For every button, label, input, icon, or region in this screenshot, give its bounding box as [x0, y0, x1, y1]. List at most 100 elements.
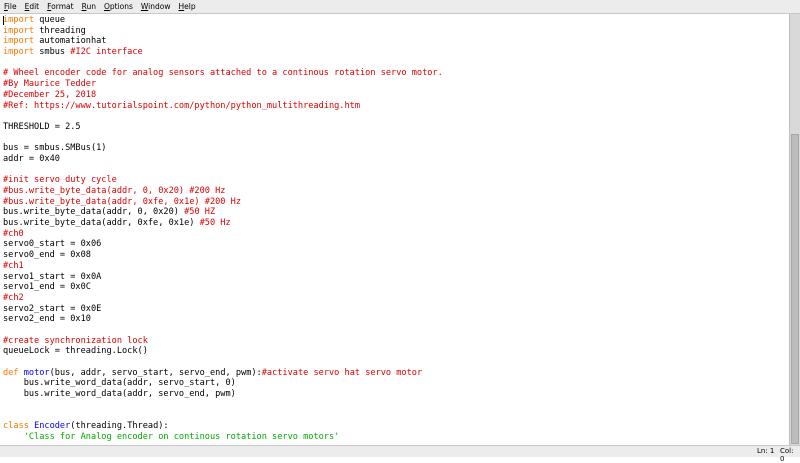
vertical-scrollbar[interactable]	[789, 14, 800, 445]
code-token: queue	[34, 15, 66, 25]
code-token: servo0_start = 0x06	[3, 239, 102, 250]
code-line[interactable]: bus.write_byte_data(addr, 0xfe, 0x1e) #5…	[3, 218, 443, 229]
code-line[interactable]: #December 25, 2018	[3, 90, 443, 101]
code-token: class	[3, 421, 29, 432]
line-indicator: Ln: 1	[757, 447, 775, 455]
menu-window[interactable]: Window	[137, 0, 175, 13]
code-line[interactable]: addr = 0x40	[3, 154, 443, 165]
code-token: import	[3, 47, 35, 58]
code-token: #December 25, 2018	[3, 89, 97, 100]
code-line[interactable]: servo0_start = 0x06	[3, 239, 443, 250]
status-bar: Ln: 1 Col: 0	[0, 445, 800, 463]
menu-help[interactable]: Help	[175, 0, 200, 13]
code-line[interactable]: #init servo duty cycle	[3, 175, 443, 186]
code-line[interactable]: bus.write_word_data(addr, servo_end, pwm…	[3, 389, 443, 400]
code-editor[interactable]: import queue import threading import autom…	[0, 14, 789, 445]
code-token: (threading.Thread):	[70, 421, 169, 432]
code-token: bus.write_byte_data(addr, 0xfe, 0x1e)	[3, 218, 200, 229]
code-token: #Ref: https://www.tutorialspoint.com/pyt…	[3, 100, 360, 111]
code-token: Encoder	[34, 421, 71, 432]
code-line[interactable]: servo1_end = 0x0C	[3, 282, 443, 293]
code-token: queueLock = threading.Lock()	[3, 346, 148, 357]
code-line[interactable]: queueLock = threading.Lock()	[3, 346, 443, 357]
code-token: motor	[23, 367, 50, 378]
code-token: bus.write_word_data(addr, servo_start, 0…	[3, 378, 236, 389]
code-line[interactable]: #ch0	[3, 229, 443, 240]
code-token: #ch0	[3, 228, 24, 239]
code-line[interactable]	[3, 357, 443, 368]
code-line[interactable]: import automationhat	[3, 36, 443, 47]
code-line[interactable]: def motor(bus, addr, servo_start, servo_…	[3, 368, 443, 379]
scrollbar-thumb[interactable]	[791, 134, 799, 444]
code-token: #activate servo hat servo motor	[261, 367, 423, 378]
menu-file[interactable]: File	[0, 0, 21, 13]
code-line[interactable]	[3, 410, 443, 421]
code-line[interactable]: 'Class for Analog encoder on continous r…	[3, 432, 443, 443]
code-line[interactable]	[3, 400, 443, 411]
code-token: (bus, addr, servo_start, servo_end, pwm)…	[49, 367, 262, 378]
menu-bar: File Edit Format Run Options Window Help	[0, 0, 800, 14]
code-token: #50 HZ	[184, 207, 216, 218]
menu-run[interactable]: Run	[78, 0, 100, 13]
code-token: bus = smbus.SMBus(1)	[3, 143, 107, 154]
code-token: bus.write_byte_data(addr, 0, 0x20)	[3, 207, 185, 218]
code-line[interactable]	[3, 325, 443, 336]
code-line[interactable]: servo2_end = 0x10	[3, 314, 443, 325]
menu-options[interactable]: Options	[100, 0, 137, 13]
code-token: import	[3, 15, 35, 25]
code-token: # Wheel encoder code for analog sensors …	[3, 68, 443, 79]
code-token: addr = 0x40	[3, 153, 60, 164]
code-token: import	[3, 25, 35, 36]
code-line[interactable]: #Ref: https://www.tutorialspoint.com/pyt…	[3, 101, 443, 112]
code-line[interactable]	[3, 133, 443, 144]
code-token: servo1_end = 0x0C	[3, 282, 91, 293]
code-line[interactable]: servo0_end = 0x08	[3, 250, 443, 261]
code-token: THRESHOLD = 2.5	[3, 121, 81, 132]
code-token: bus.write_word_data(addr, servo_end, pwm…	[3, 389, 236, 400]
code-line[interactable]: class Encoder(threading.Thread):	[3, 421, 443, 432]
code-token: #create synchronization lock	[3, 335, 148, 346]
code-token: servo2_end = 0x10	[3, 314, 91, 325]
code-token: #I2C interface	[70, 47, 143, 58]
code-line[interactable]: #bus.write_byte_data(addr, 0xfe, 0x1e) #…	[3, 197, 443, 208]
code-token: #By Maurice Tedder	[3, 79, 97, 90]
code-token: servo1_start = 0x0A	[3, 271, 102, 282]
code-line[interactable]	[3, 58, 443, 69]
code-line[interactable]: import queue	[3, 15, 443, 26]
code-token: smbus	[34, 47, 71, 58]
code-line[interactable]	[3, 165, 443, 176]
code-line[interactable]: bus.write_word_data(addr, servo_start, 0…	[3, 378, 443, 389]
menu-format[interactable]: Format	[43, 0, 77, 13]
code-line[interactable]: #ch1	[3, 261, 443, 272]
menu-edit[interactable]: Edit	[21, 0, 44, 13]
code-token: #ch2	[3, 292, 24, 303]
code-line[interactable]: bus.write_byte_data(addr, 0, 0x20) #50 H…	[3, 207, 443, 218]
code-token: #ch1	[3, 260, 24, 271]
code-line[interactable]: #bus.write_byte_data(addr, 0, 0x20) #200…	[3, 186, 443, 197]
code-line[interactable]: servo1_start = 0x0A	[3, 272, 443, 283]
code-content[interactable]: import queue import threading import autom…	[3, 15, 443, 445]
code-token: servo0_end = 0x08	[3, 250, 91, 261]
code-token: threading	[34, 25, 86, 36]
code-token: servo2_start = 0x0E	[3, 303, 102, 314]
code-line[interactable]: THRESHOLD = 2.5	[3, 122, 443, 133]
code-line[interactable]: #ch2	[3, 293, 443, 304]
code-line[interactable]	[3, 111, 443, 122]
code-token: #50 Hz	[199, 218, 231, 229]
code-line[interactable]: #create synchronization lock	[3, 336, 443, 347]
code-token: #bus.write_byte_data(addr, 0, 0x20) #200…	[3, 186, 226, 196]
code-line[interactable]: #By Maurice Tedder	[3, 79, 443, 90]
column-indicator: Col: 0	[780, 447, 794, 463]
code-token: 'Class for Analog encoder on continous r…	[23, 431, 340, 442]
code-token: #init servo duty cycle	[3, 175, 117, 186]
code-line[interactable]: import threading	[3, 26, 443, 37]
code-line[interactable]: bus = smbus.SMBus(1)	[3, 143, 443, 154]
code-token: #bus.write_byte_data(addr, 0xfe, 0x1e) #…	[3, 196, 241, 207]
code-line[interactable]: import smbus #I2C interface	[3, 47, 443, 58]
code-line[interactable]: servo2_start = 0x0E	[3, 304, 443, 315]
code-line[interactable]: # Wheel encoder code for analog sensors …	[3, 68, 443, 79]
code-token: def	[3, 367, 19, 378]
code-token: automationhat	[34, 36, 107, 47]
code-token: import	[3, 36, 35, 47]
